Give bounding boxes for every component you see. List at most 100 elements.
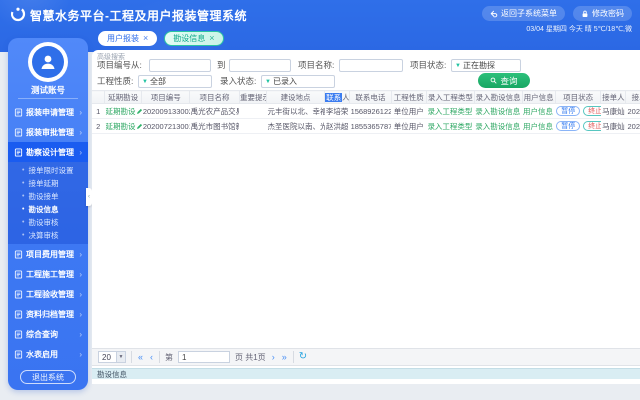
next-page-button[interactable]: › <box>271 352 276 362</box>
pause-button[interactable]: 暂停 <box>556 121 581 131</box>
sidebar-item-survey-design-mgmt[interactable]: 勘察设计管理 › <box>8 142 88 162</box>
tab-user-install[interactable]: 用户报装 × <box>98 31 158 46</box>
column-delay-survey[interactable]: 延期勘设 <box>104 90 143 104</box>
query-button[interactable]: 查询 <box>478 73 530 88</box>
project-nature-label: 工程性质: <box>97 76 134 86</box>
entry-survey-link[interactable]: 录入勘设信息 <box>475 121 522 132</box>
tab-close-icon[interactable]: × <box>143 34 148 43</box>
page-size-value: 20 <box>102 352 111 362</box>
username-text: 测试账号 <box>30 85 65 95</box>
search-icon <box>491 77 497 84</box>
entry-survey-link[interactable]: 录入勘设信息 <box>475 106 522 117</box>
sidebar-item-archive-mgmt[interactable]: 资料归档管理 › <box>8 304 88 324</box>
submenu-item-survey-audit[interactable]: • 勘设审核 <box>8 216 88 229</box>
project-code-from-label: 项目编号从: <box>97 60 142 70</box>
column-project-code[interactable]: 项目编号 <box>141 90 191 104</box>
column-phone[interactable]: 联系电话 <box>349 90 392 104</box>
page-size-select[interactable]: 20 ▼ <box>98 351 126 363</box>
sidebar-item-apply-mgmt[interactable]: 报装申请管理 › <box>8 102 88 122</box>
doc-icon <box>14 107 23 117</box>
logout-button[interactable]: 退出系统 <box>20 370 76 384</box>
sidebar-item-label: 报装申请管理 <box>26 107 74 117</box>
south-panel-header[interactable]: 勘设信息 <box>92 368 640 379</box>
tab-survey-info[interactable]: 勘设信息 × <box>164 31 224 46</box>
stop-button[interactable]: 终止 <box>583 106 601 116</box>
sidebar-item-meter-enable[interactable]: 水表启用 › <box>8 344 88 364</box>
sidebar: 测试账号 报装申请管理 › 报装审批管理 › 勘察设计管理 › • 接单限时设置… <box>8 38 88 390</box>
delay-survey-link[interactable]: 延期勘设 <box>105 106 142 117</box>
page-number-input[interactable] <box>178 351 231 363</box>
last-page-button[interactable]: » <box>281 352 288 362</box>
sidebar-item-approve-mgmt[interactable]: 报装审批管理 › <box>8 122 88 142</box>
table-row[interactable]: 2 延期勘设 202007213001 禹光市图书馆新馆 杰圣医院以南、光明路以… <box>92 118 640 134</box>
project-code-to-input[interactable] <box>229 59 291 72</box>
column-take-date[interactable]: 接单日期 <box>625 90 640 104</box>
app-header: 智慧水务平台-工程及用户报装管理系统 返回子系统菜单 修改密码 03/04 星期… <box>0 0 640 52</box>
back-to-subsystem-button[interactable]: 返回子系统菜单 <box>482 6 565 21</box>
entry-status-select[interactable]: ▼ 已录入 <box>261 75 335 88</box>
row-number: 1 <box>92 103 105 119</box>
column-site[interactable]: 建设地点 <box>266 90 326 104</box>
column-entry-type[interactable]: 录入工程类型 <box>426 90 475 104</box>
submenu-item-survey-info[interactable]: • 勘设信息 <box>8 203 88 216</box>
table-row[interactable]: 1 延期勘设 202009133002 禹光农产品交易市 元丰街以北、幸福路以东… <box>92 103 640 119</box>
pause-button[interactable]: 暂停 <box>556 106 581 116</box>
nature-cell: 单位用户 <box>391 103 427 119</box>
column-entry-survey[interactable]: 录入勘设信息 <box>474 90 523 104</box>
pencil-icon <box>137 108 142 114</box>
sidebar-item-label: 资料归档管理 <box>26 309 74 319</box>
entry-type-link[interactable]: 录入工程类型 <box>427 106 474 117</box>
chevron-right-icon: › <box>79 269 82 279</box>
project-nature-select[interactable]: ▼ 全部 <box>138 75 212 88</box>
project-status-select[interactable]: ▼ 正在勘探 <box>451 59 521 72</box>
project-code-from-input[interactable] <box>149 59 211 72</box>
tab-user-install-label: 用户报装 <box>107 34 139 43</box>
submenu-item-label: 决算审核 <box>28 231 59 240</box>
phone-cell: 15689261228 <box>349 103 392 119</box>
first-page-button[interactable]: « <box>137 352 144 362</box>
column-taker[interactable]: 接单人 <box>600 90 627 104</box>
entry-type-link[interactable]: 录入工程类型 <box>427 121 474 132</box>
sidebar-item-comprehensive-query[interactable]: 综合查询 › <box>8 324 88 344</box>
sidebar-item-cost-mgmt[interactable]: 项目费用管理 › <box>8 244 88 264</box>
submenu-item-final-audit[interactable]: • 决算审核 <box>8 229 88 242</box>
column-contact[interactable]: 联系人 <box>324 90 351 104</box>
column-nature[interactable]: 工程性质 <box>391 90 427 104</box>
chevron-right-icon: › <box>79 309 82 319</box>
bullet-icon: • <box>22 232 25 239</box>
site-cell: 元丰街以北、幸福路以东 <box>266 103 325 119</box>
user-info-link[interactable]: 用户信息 <box>523 106 556 117</box>
project-nature-value: 全部 <box>149 77 166 86</box>
project-name-input[interactable] <box>339 59 403 72</box>
chevron-right-icon: › <box>79 349 82 359</box>
submenu-item-survey-order[interactable]: • 勘设接单 <box>8 190 88 203</box>
user-info-link[interactable]: 用户信息 <box>523 121 556 132</box>
refresh-icon[interactable]: ↻ <box>299 352 307 362</box>
tab-survey-info-label: 勘设信息 <box>173 34 206 43</box>
chevron-right-icon: › <box>79 329 82 339</box>
prev-page-button[interactable]: ‹ <box>149 352 154 362</box>
submenu-item-order-delay[interactable]: • 接单延期 <box>8 177 88 190</box>
column-project-name[interactable]: 项目名称 <box>189 90 240 104</box>
sidebar-item-acceptance-mgmt[interactable]: 工程验收管理 › <box>8 284 88 304</box>
change-password-button[interactable]: 修改密码 <box>573 6 632 21</box>
site-cell: 杰圣医院以南、光明路以西 <box>266 118 325 134</box>
pager-divider <box>292 351 294 363</box>
stop-button[interactable]: 终止 <box>583 121 601 131</box>
important-hint-cell <box>239 118 267 134</box>
caret-down-icon: ▼ <box>142 78 148 85</box>
delay-survey-link[interactable]: 延期勘设 <box>105 121 142 132</box>
doc-icon <box>14 269 23 279</box>
page-total-label: 页 共1页 <box>235 352 266 362</box>
submenu-item-order-time-limit[interactable]: • 接单限时设置 <box>8 164 88 177</box>
page-label: 第 <box>165 352 174 362</box>
south-panel-label: 勘设信息 <box>97 369 127 379</box>
column-user-info[interactable]: 用户信息 <box>522 90 556 104</box>
column-important-hint[interactable]: 重要提示 <box>239 90 267 104</box>
submenu-item-label: 接单延期 <box>28 179 59 188</box>
page-title: 智慧水务平台-工程及用户报装管理系统 <box>30 9 247 23</box>
tab-close-icon[interactable]: × <box>209 34 214 43</box>
lock-icon <box>582 10 588 17</box>
column-project-status[interactable]: 项目状态 <box>555 90 602 104</box>
sidebar-item-construction-mgmt[interactable]: 工程施工管理 › <box>8 264 88 284</box>
